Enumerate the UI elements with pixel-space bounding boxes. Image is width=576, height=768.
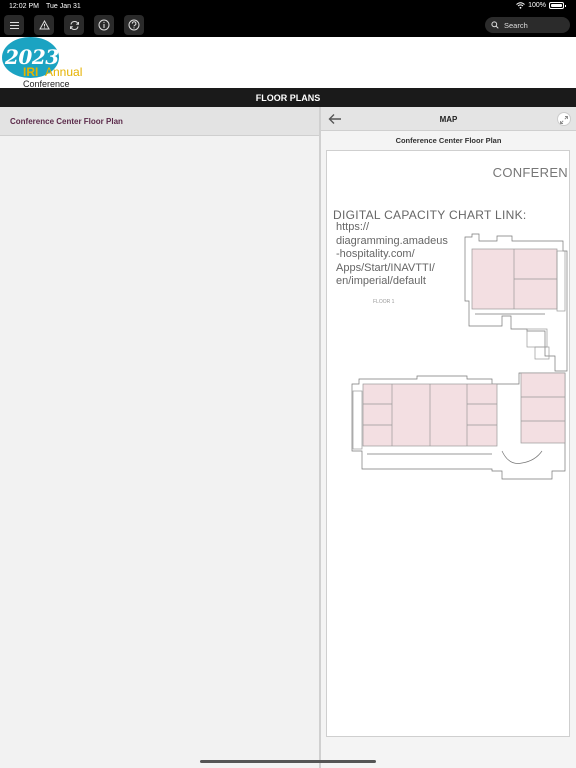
sync-button[interactable]	[64, 15, 84, 35]
upper-wing	[464, 233, 568, 372]
info-icon	[98, 19, 110, 31]
list-item[interactable]: Conference Center Floor Plan	[0, 107, 319, 136]
map-subtitle: Conference Center Floor Plan	[395, 136, 502, 145]
lower-wing	[351, 372, 566, 480]
floor-plan-drawing	[351, 233, 568, 480]
status-right: 100%	[516, 2, 566, 9]
search-placeholder: Search	[504, 20, 528, 30]
map-pane: MAP Conference Center Floor Plan CONFERE…	[321, 107, 576, 768]
home-indicator[interactable]	[200, 760, 376, 763]
map-title: MAP	[439, 115, 458, 124]
search-icon	[491, 21, 499, 29]
menu-button[interactable]	[4, 15, 24, 35]
floor-plan-list: Conference Center Floor Plan	[0, 107, 319, 768]
map-header: MAP	[321, 107, 576, 131]
floor-plan-document[interactable]: CONFEREN DIGITAL CAPACITY CHART LINK: ht…	[326, 150, 570, 737]
expand-icon	[560, 116, 568, 124]
menu-icon	[9, 21, 19, 29]
logo-iri: IRI	[23, 65, 39, 79]
battery-percent: 100%	[528, 2, 546, 9]
info-button[interactable]	[94, 15, 114, 35]
toolbar: Search	[0, 13, 576, 37]
page-title: FLOOR PLANS	[0, 88, 576, 107]
logo-annual: Annual	[45, 65, 83, 79]
wifi-icon	[516, 2, 525, 9]
help-icon	[128, 19, 140, 31]
expand-button[interactable]	[557, 112, 571, 126]
alert-icon	[38, 20, 50, 30]
alert-button[interactable]	[34, 15, 54, 35]
status-time: 12:02 PM	[9, 3, 39, 10]
status-bar: 12:02 PM Tue Jan 31 100%	[0, 0, 576, 13]
status-date: Tue Jan 31	[46, 3, 81, 10]
battery-icon	[549, 2, 566, 9]
search-field[interactable]: Search	[485, 17, 570, 33]
help-button[interactable]	[124, 15, 144, 35]
brand-header: 2023 IRI Annual Conference	[0, 37, 576, 89]
sync-icon	[69, 20, 79, 30]
